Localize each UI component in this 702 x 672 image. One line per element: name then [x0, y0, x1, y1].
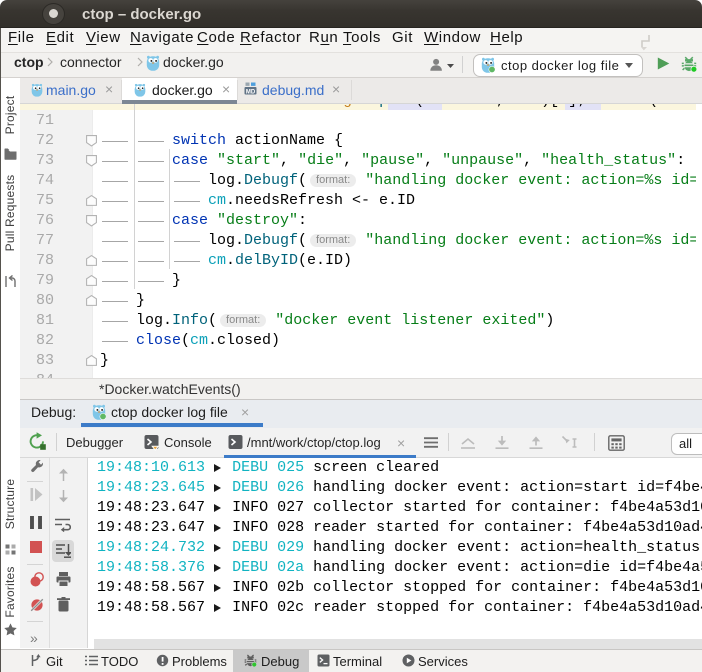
svg-text:MD: MD: [246, 89, 256, 95]
